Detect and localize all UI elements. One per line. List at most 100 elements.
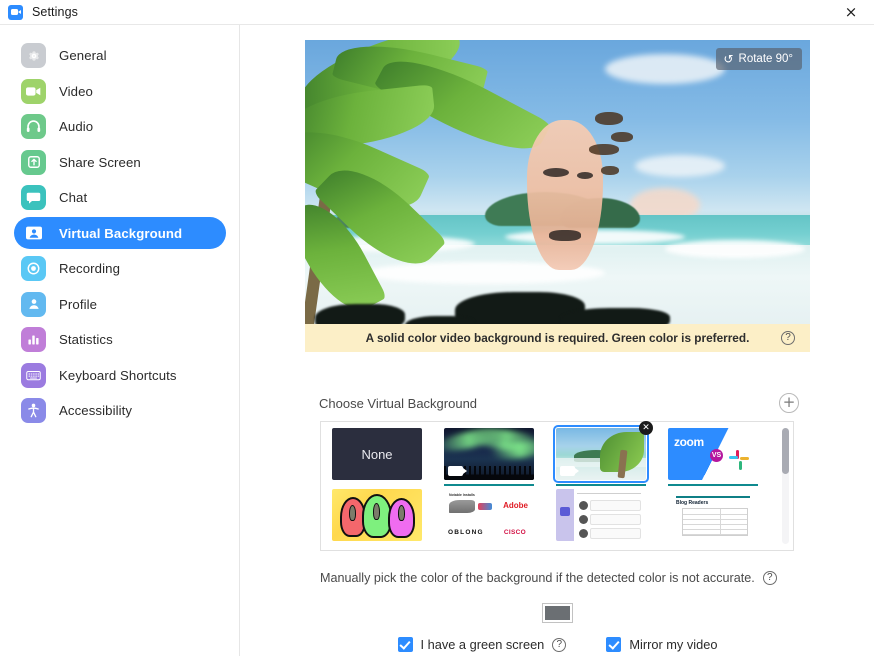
- sidebar-item-label: Virtual Background: [59, 226, 182, 241]
- window-title: Settings: [32, 5, 78, 19]
- sidebar-item-statistics[interactable]: Statistics: [14, 324, 226, 356]
- video-preview: ↺ Rotate 90°: [305, 40, 810, 324]
- plus-circle-icon[interactable]: +: [779, 393, 799, 413]
- chat-bubble-icon: [21, 185, 46, 210]
- thumb-image: zoom VS: [668, 428, 758, 480]
- hair-fragment: [611, 132, 633, 142]
- background-thumb-aurora[interactable]: [444, 428, 534, 480]
- sidebar-item-label: Video: [59, 84, 93, 99]
- mirror-video-checkbox[interactable]: Mirror my video: [606, 637, 717, 652]
- background-thumb-parrots[interactable]: [332, 489, 422, 541]
- checkbox-label: Mirror my video: [629, 637, 717, 652]
- sidebar-item-label: Profile: [59, 297, 97, 312]
- manual-color-text: Manually pick the color of the backgroun…: [320, 571, 755, 585]
- green-screen-checkbox[interactable]: I have a green screen ?: [398, 637, 567, 652]
- thumb-image: None: [332, 428, 422, 480]
- share-screen-icon: [21, 150, 46, 175]
- bar-chart-icon: [21, 327, 46, 352]
- rock-shape: [405, 316, 475, 324]
- background-color-swatch[interactable]: [542, 603, 573, 623]
- question-mark-icon[interactable]: ?: [552, 638, 566, 652]
- warning-text: A solid color video background is requir…: [366, 331, 750, 345]
- background-thumb-blog-readers[interactable]: Blog Readers: [668, 489, 758, 541]
- sidebar-item-label: Keyboard Shortcuts: [59, 368, 177, 383]
- person-card-icon: [21, 221, 46, 246]
- thumbnail-scrollbar-thumb[interactable]: [782, 428, 789, 474]
- thumb-image: Notable Installs Adobe OBLONG CISCO: [444, 489, 534, 541]
- cisco-logo-text: CISCO: [504, 529, 526, 536]
- sidebar-item-keyboard-shortcuts[interactable]: Keyboard Shortcuts: [14, 359, 226, 391]
- sidebar-item-video[interactable]: Video: [14, 75, 226, 107]
- zoom-camera-icon: [8, 5, 23, 20]
- checkbox-row: I have a green screen ? Mirror my video: [241, 637, 874, 652]
- sidebar-item-accessibility[interactable]: Accessibility: [14, 395, 226, 427]
- sidebar-item-profile[interactable]: Profile: [14, 288, 226, 320]
- sidebar-item-chat[interactable]: Chat: [14, 182, 226, 214]
- rock-shape: [315, 304, 405, 324]
- thumb-image: [332, 489, 422, 541]
- camera-badge-icon: [560, 466, 575, 476]
- manual-color-row: Manually pick the color of the backgroun…: [320, 571, 800, 585]
- thumbnail-scrollbar-track[interactable]: [782, 428, 789, 544]
- background-thumb-zoom-vs-slack[interactable]: zoom VS: [668, 428, 758, 480]
- selection-underline: [444, 484, 534, 486]
- background-thumb-notable-installs[interactable]: Notable Installs Adobe OBLONG CISCO: [444, 489, 534, 541]
- section-title: Choose Virtual Background: [319, 396, 477, 411]
- keyboard-icon: [21, 363, 46, 388]
- close-x-icon[interactable]: ✕: [639, 421, 653, 435]
- rock-shape: [560, 308, 670, 324]
- sidebar-item-label: Recording: [59, 261, 120, 276]
- selection-underline: [556, 484, 646, 486]
- thumb-image: Blog Readers: [668, 489, 758, 541]
- face-mouth-shadow: [549, 230, 581, 241]
- cloud-shape: [635, 155, 725, 177]
- blog-table: [682, 508, 748, 536]
- person-icon: [21, 292, 46, 317]
- background-thumb-teams-slide[interactable]: [556, 489, 646, 541]
- main-panel: ↺ Rotate 90° A solid color video backgro…: [241, 25, 874, 656]
- slack-logo-icon: [729, 450, 749, 470]
- rotate-button-label: Rotate 90°: [739, 53, 793, 65]
- sidebar-item-audio[interactable]: Audio: [14, 111, 226, 143]
- background-thumb-none[interactable]: None: [332, 428, 422, 480]
- sidebar-item-share-screen[interactable]: Share Screen: [14, 146, 226, 178]
- vs-badge: VS: [710, 449, 723, 462]
- camera-badge-icon: [448, 466, 463, 476]
- headphones-icon: [21, 114, 46, 139]
- background-thumb-beach[interactable]: ✕: [556, 428, 646, 480]
- sidebar-item-virtual-background[interactable]: Virtual Background: [14, 217, 226, 249]
- question-mark-icon[interactable]: ?: [781, 331, 795, 345]
- logos-header-text: Notable Installs: [449, 493, 475, 497]
- title-bar: Settings ×: [0, 0, 874, 25]
- checkbox-box[interactable]: [606, 637, 621, 652]
- sidebar-item-label: Statistics: [59, 332, 113, 347]
- hair-fragment: [589, 144, 619, 155]
- sidebar-item-label: Audio: [59, 119, 93, 134]
- close-icon[interactable]: ×: [828, 0, 874, 25]
- zoom-logo-text: zoom: [674, 435, 704, 449]
- face-eye-shadow: [577, 172, 593, 179]
- thumbnail-row: None: [332, 428, 793, 480]
- hair-fragment: [595, 112, 623, 125]
- record-circle-icon: [21, 256, 46, 281]
- green-screen-warning-banner: A solid color video background is requir…: [305, 324, 810, 352]
- sidebar-item-label: Accessibility: [59, 403, 132, 418]
- question-mark-icon[interactable]: ?: [763, 571, 777, 585]
- participant-face: [527, 120, 603, 270]
- sidebar-item-label: Share Screen: [59, 155, 141, 170]
- rotate-ccw-icon: ↺: [723, 53, 733, 65]
- sidebar-item-recording[interactable]: Recording: [14, 253, 226, 285]
- thumb-image: [556, 489, 646, 541]
- choose-background-header: Choose Virtual Background +: [319, 393, 799, 413]
- oblong-logo-text: OBLONG: [448, 529, 484, 536]
- thumbnail-row: Notable Installs Adobe OBLONG CISCO: [332, 489, 793, 541]
- blog-title-text: Blog Readers: [676, 500, 708, 506]
- checkbox-box[interactable]: [398, 637, 413, 652]
- rotate-90-button[interactable]: ↺ Rotate 90°: [716, 48, 802, 70]
- face-eye-shadow: [543, 168, 569, 177]
- sidebar-item-label: General: [59, 48, 107, 63]
- adobe-logo-text: Adobe: [503, 501, 528, 510]
- sidebar-item-label: Chat: [59, 190, 87, 205]
- video-camera-icon: [21, 79, 46, 104]
- sidebar-item-general[interactable]: General: [14, 40, 226, 72]
